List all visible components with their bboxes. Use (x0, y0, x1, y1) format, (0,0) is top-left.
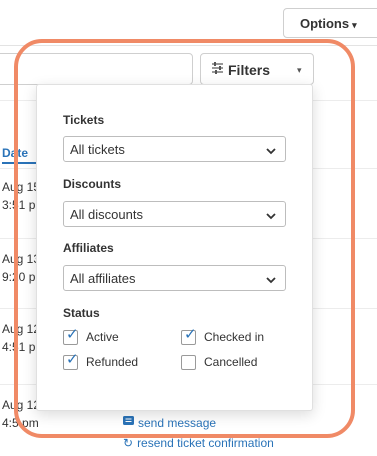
date-header-label: Date (2, 146, 29, 160)
checkbox-label: Cancelled (204, 355, 258, 369)
affiliates-select-value: All affiliates (70, 271, 136, 286)
date-text: Aug 12 (2, 398, 41, 412)
tickets-label: Tickets (63, 113, 105, 127)
affiliates-label: Affiliates (63, 241, 114, 255)
search-input[interactable] (0, 53, 193, 85)
message-icon (123, 416, 134, 430)
check-icon: ✓ (66, 351, 79, 368)
checkbox-label: Active (86, 330, 119, 344)
date-column-header[interactable]: Date (2, 146, 36, 164)
sort-underline (2, 162, 36, 164)
discounts-select-value: All discounts (70, 207, 143, 222)
chevron-down-icon (266, 272, 276, 287)
check-icon: ✓ (184, 326, 197, 343)
check-icon: ✓ (66, 326, 79, 343)
chevron-down-icon (266, 208, 276, 223)
tickets-select[interactable]: All tickets (63, 136, 286, 162)
tickets-select-value: All tickets (70, 142, 125, 157)
sliders-icon (211, 62, 224, 77)
filters-label: Filters (228, 62, 271, 78)
send-message-label: send message (138, 416, 217, 430)
checkbox[interactable] (181, 355, 196, 370)
resend-confirmation-link[interactable]: ↻ resend ticket confirmation (123, 436, 274, 450)
resend-confirmation-label: resend ticket confirmation (137, 436, 274, 450)
status-label: Status (63, 306, 100, 320)
top-bar: Options ▾ (0, 0, 377, 46)
chevron-down-icon (266, 143, 276, 158)
checkbox[interactable]: ✓ (63, 326, 79, 345)
chevron-down-icon: ▾ (297, 65, 302, 75)
affiliates-select[interactable]: All affiliates (63, 265, 286, 291)
discounts-label: Discounts (63, 177, 122, 191)
send-message-link[interactable]: send message (123, 416, 216, 430)
refresh-icon: ↻ (123, 436, 134, 450)
options-label: Options (300, 15, 350, 31)
table-row-date: Aug 12 4:5 pm (2, 396, 40, 432)
checkbox[interactable]: ✓ (181, 326, 197, 345)
checkbox[interactable]: ✓ (63, 351, 79, 370)
checkbox-label: Refunded (86, 355, 139, 369)
filters-button[interactable]: Filters ▾ (200, 53, 314, 85)
options-button[interactable]: Options ▾ (283, 8, 377, 38)
checkbox-label: Checked in (204, 330, 265, 344)
discounts-select[interactable]: All discounts (63, 201, 286, 227)
chevron-down-icon: ▾ (352, 19, 357, 30)
filters-panel: Tickets All tickets Discounts All discou… (36, 84, 313, 411)
time-text: 4:5 pm (2, 416, 39, 430)
